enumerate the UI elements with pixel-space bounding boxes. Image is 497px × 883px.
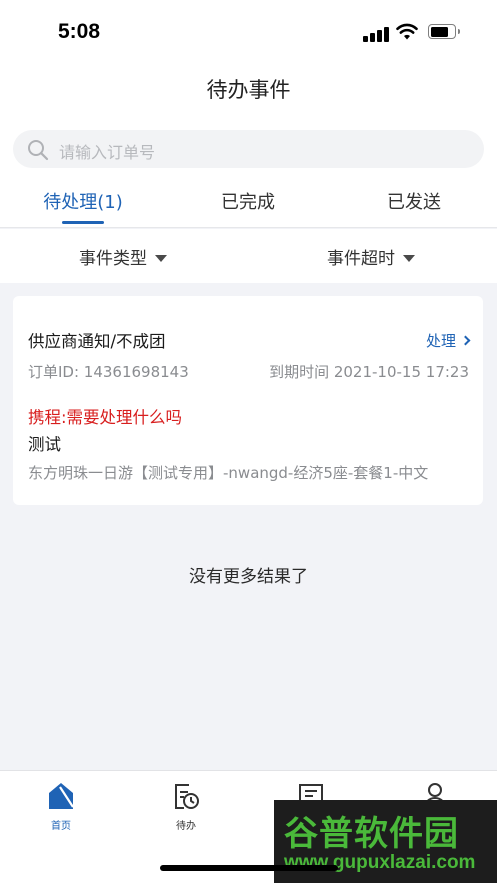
tabbar-home[interactable]: 首页 <box>31 781 91 832</box>
filter-bar: 事件类型 事件超时 <box>0 229 497 283</box>
battery-icon <box>428 24 460 39</box>
event-note: 测试 <box>28 435 61 454</box>
filter-event-type-label: 事件类型 <box>79 249 147 269</box>
home-icon <box>49 783 74 809</box>
nav-bar: 待办事件 <box>0 62 497 118</box>
search-placeholder: 请输入订单号 <box>59 143 156 162</box>
search-icon <box>28 140 49 161</box>
search-input[interactable]: 请输入订单号 <box>13 130 484 168</box>
tab-sent[interactable]: 已发送 <box>344 188 484 214</box>
tab-bar: 待处理(1) 已完成 已发送 <box>0 178 497 228</box>
filter-event-timeout[interactable]: 事件超时 <box>327 244 415 269</box>
filter-event-type[interactable]: 事件类型 <box>79 244 167 269</box>
event-card[interactable]: 供应商通知/不成团 处理 订单ID: 14361698143 到期时间 2021… <box>13 296 483 505</box>
tabbar-todo-label: 待办 <box>176 821 196 832</box>
process-button[interactable]: 处理 <box>425 330 471 351</box>
page-title: 待办事件 <box>206 78 291 102</box>
caret-down-icon <box>155 255 167 262</box>
tab-active-indicator <box>62 221 104 224</box>
order-id: 订单ID: 14361698143 <box>28 363 189 381</box>
event-title: 供应商通知/不成团 <box>28 332 166 351</box>
due-time: 到期时间 2021-10-15 17:23 <box>269 363 469 381</box>
status-time: 5:08 <box>58 20 101 43</box>
tab-completed[interactable]: 已完成 <box>178 188 318 214</box>
wifi-icon <box>396 23 418 40</box>
process-label: 处理 <box>425 332 456 350</box>
tabbar-home-label: 首页 <box>51 821 71 832</box>
search-bar: 请输入订单号 <box>0 118 497 178</box>
status-bar: 5:08 <box>0 0 497 62</box>
caret-down-icon <box>403 255 415 262</box>
cellular-signal-icon <box>363 26 389 42</box>
watermark-title: 谷普软件园 <box>284 814 459 854</box>
todo-clock-icon <box>175 784 199 809</box>
product-name: 东方明珠一日游【测试专用】-nwangd-经济5座-套餐1-中文 <box>28 464 429 482</box>
tab-pending[interactable]: 待处理(1) <box>13 188 153 214</box>
chevron-right-icon <box>460 335 471 346</box>
event-alert: 携程:需要处理什么吗 <box>28 408 183 427</box>
filter-event-timeout-label: 事件超时 <box>327 249 395 269</box>
no-more-results: 没有更多结果了 <box>189 567 308 587</box>
home-indicator <box>160 865 338 871</box>
tabbar-todo[interactable]: 待办 <box>156 781 216 832</box>
